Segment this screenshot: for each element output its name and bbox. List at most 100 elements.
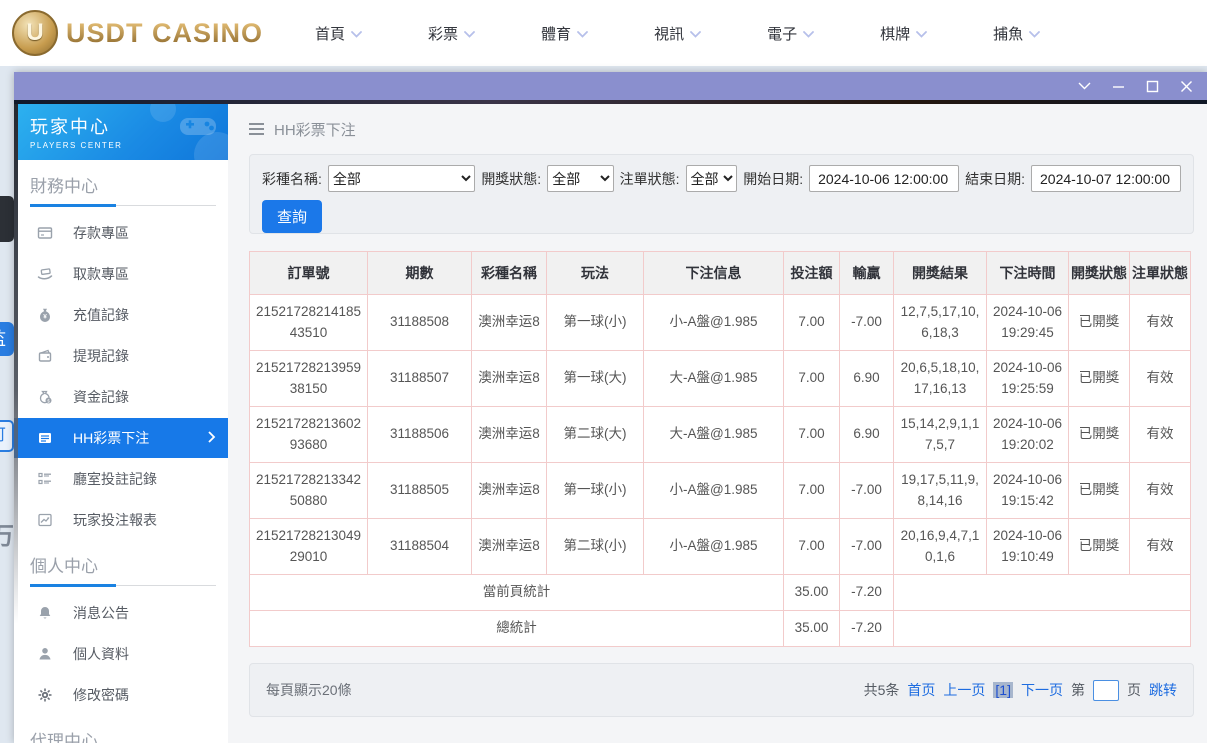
cell-lottery-name: 澳洲幸运8 [471, 462, 547, 519]
top-nav: U USDT CASINO 首頁 彩票 體育 視訊 電子 棋牌 捕魚 [0, 0, 1207, 66]
cell-play: 第二球(大) [546, 406, 644, 463]
nav-item-sports[interactable]: 體育 [541, 23, 588, 44]
sidebar-item-label: 資金記錄 [73, 389, 129, 405]
cell-period: 31188506 [367, 406, 472, 463]
cell-win-loss: -7.00 [839, 462, 894, 519]
cell-lottery-name: 澳洲幸运8 [471, 518, 547, 575]
sidebar-item-hall-bet-record[interactable]: 廳室投註記錄 [14, 459, 228, 499]
query-button[interactable]: 查詢 [262, 200, 323, 233]
lottery-name-label: 彩種名稱: [262, 170, 322, 187]
person-icon [36, 646, 53, 663]
sidebar-item-label: 個人資料 [73, 646, 129, 662]
sidebar-item-deposit[interactable]: 存款專區 [14, 213, 228, 253]
cell-period: 31188505 [367, 462, 472, 519]
window-minimize-button[interactable] [1111, 79, 1125, 93]
sidebar-item-profile[interactable]: 個人資料 [14, 634, 228, 674]
logo-text: USDT CASINO [66, 17, 264, 48]
sidebar-section-personal-center: 個人中心 [30, 552, 216, 587]
first-page-link[interactable]: 首页 [907, 680, 935, 700]
nav-item-video[interactable]: 視訊 [654, 23, 701, 44]
sidebar-item-funds-record[interactable]: $ 資金記錄 [14, 377, 228, 417]
start-date-label: 開始日期: [743, 170, 804, 187]
sidebar-item-notice[interactable]: 消息公告 [14, 593, 228, 633]
cell-bet-time: 2024-10-06 19:10:49 [986, 518, 1069, 575]
cell-order-status: 有效 [1129, 350, 1191, 407]
cell-order-status: 有效 [1129, 406, 1191, 463]
summary-empty [893, 610, 1191, 647]
col-header-lottery-name: 彩種名稱 [471, 251, 547, 295]
sidebar-item-label: 消息公告 [73, 605, 129, 621]
summary-empty [893, 574, 1191, 611]
sidebar-item-withdraw[interactable]: 取款專區 [14, 254, 228, 294]
background-fragment-badge: 監 [0, 322, 14, 356]
draw-status-select[interactable]: 全部 [547, 165, 614, 192]
nav-item-label: 電子 [767, 25, 798, 43]
nav-item-home[interactable]: 首頁 [315, 23, 362, 44]
filter-panel: 彩種名稱: 全部 開獎狀態: 全部 注單狀態: 全部 開始日期: 結束日期: 查… [249, 154, 1194, 234]
order-status-select[interactable]: 全部 [685, 165, 738, 192]
lottery-name-select[interactable]: 全部 [327, 165, 476, 192]
page-number-input[interactable] [1093, 679, 1119, 701]
nav-item-fishing[interactable]: 捕魚 [993, 23, 1041, 44]
cell-win-loss: 6.90 [839, 350, 894, 407]
lottery-doc-icon [36, 430, 53, 447]
sidebar-item-player-bet-report[interactable]: 玩家投注報表 [14, 500, 228, 540]
prev-page-link[interactable]: 上一页 [943, 680, 985, 700]
cell-bet-amount: 7.00 [783, 462, 840, 519]
sidebar-item-change-password[interactable]: 修改密碼 [14, 675, 228, 715]
cell-bet-info: 大-A盤@1.985 [643, 406, 784, 463]
cell-bet-info: 小-A盤@1.985 [643, 518, 784, 575]
cell-lottery-name: 澳洲幸运8 [471, 350, 547, 407]
jump-link[interactable]: 跳转 [1149, 680, 1177, 700]
table-row: 2152172821418543510 31188508 澳洲幸运8 第一球(小) 小-… [249, 294, 1191, 351]
window-collapse-button[interactable] [1077, 79, 1091, 93]
sidebar-item-withdraw-record[interactable]: 提現記錄 [14, 336, 228, 376]
nav-item-chess[interactable]: 棋牌 [880, 23, 928, 44]
site-logo[interactable]: U USDT CASINO [12, 10, 263, 56]
background-fragment-blob [0, 196, 14, 242]
report-chart-icon [36, 512, 53, 529]
current-page-summary-row: 當前頁統計 35.00 -7.20 [249, 574, 1191, 611]
sidebar-item-hh-lottery-bet[interactable]: HH彩票下注 [14, 418, 228, 458]
sidebar-item-recharge-record[interactable]: ¥ 充值記錄 [14, 295, 228, 335]
table-row: 2152172821304929010 31188504 澳洲幸运8 第二球(小) 小-… [249, 518, 1191, 575]
chevron-down-icon [690, 25, 701, 42]
col-header-win-loss: 輸贏 [839, 251, 894, 295]
nav-item-lottery[interactable]: 彩票 [428, 23, 475, 44]
chevron-down-icon [577, 25, 588, 42]
breadcrumb: HH彩票下注 [249, 104, 1194, 154]
sidebar: 玩家中心 PLAYERS CENTER 財務中心 存款專區 取款專區 ¥ 充值記錄 提現記… [14, 104, 228, 743]
window-maximize-button[interactable] [1145, 79, 1159, 93]
chevron-right-icon [207, 430, 216, 447]
cell-draw-result: 15,14,2,9,1,17,5,7 [893, 406, 987, 463]
window-titlebar [14, 72, 1207, 100]
withdraw-hand-icon [36, 266, 53, 283]
window-close-button[interactable] [1179, 79, 1193, 93]
cell-bet-time: 2024-10-06 19:25:59 [986, 350, 1069, 407]
cell-period: 31188507 [367, 350, 472, 407]
order-status-label: 注單狀態: [619, 170, 680, 187]
col-header-draw-status: 開獎狀態 [1068, 251, 1130, 295]
summary-bet-amount: 35.00 [783, 574, 840, 611]
background-fragment-badge: 可 [0, 420, 14, 452]
current-page-indicator[interactable]: [1] [993, 682, 1013, 698]
cell-order-status: 有效 [1129, 462, 1191, 519]
cell-draw-result: 19,17,5,11,9,8,14,16 [893, 462, 987, 519]
cell-bet-amount: 7.00 [783, 518, 840, 575]
nav-item-label: 彩票 [428, 25, 459, 43]
app-window: 玩家中心 PLAYERS CENTER 財務中心 存款專區 取款專區 ¥ 充值記錄 提現記… [14, 72, 1207, 743]
end-date-label: 結束日期: [965, 170, 1025, 187]
chevron-down-icon [351, 25, 362, 42]
nav-item-electronic[interactable]: 電子 [767, 23, 814, 44]
start-date-input[interactable] [809, 165, 960, 192]
end-date-input[interactable] [1031, 165, 1181, 192]
hall-list-icon [36, 471, 53, 488]
table-row: 2152172821395938150 31188507 澳洲幸运8 第一球(大) 大-… [249, 350, 1191, 407]
chevron-down-icon [464, 25, 475, 42]
next-page-link[interactable]: 下一页 [1021, 680, 1063, 700]
col-header-bet-amount: 投注額 [783, 251, 840, 295]
cell-draw-status: 已開獎 [1068, 350, 1130, 407]
cell-order-no: 2152172821304929010 [249, 518, 368, 575]
page-suffix-label: 页 [1127, 682, 1141, 698]
menu-icon[interactable] [249, 123, 264, 135]
